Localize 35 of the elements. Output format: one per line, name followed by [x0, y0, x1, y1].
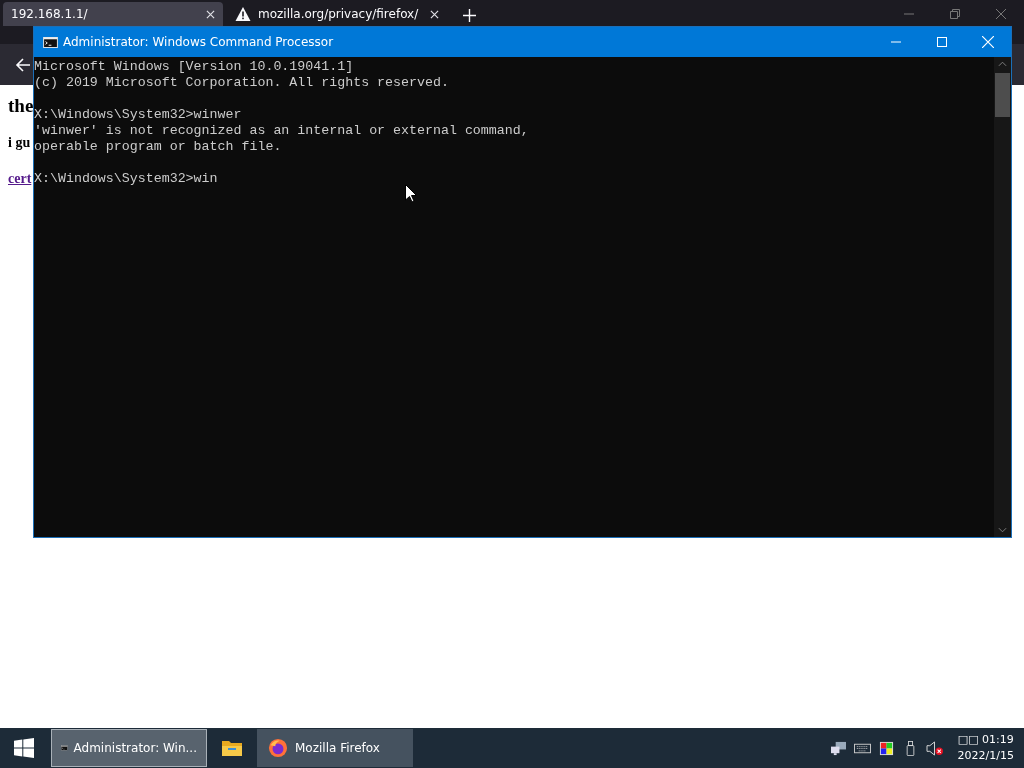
firefox-icon: [267, 738, 289, 758]
page-text: i gu: [8, 135, 31, 151]
restore-icon[interactable]: [950, 9, 960, 19]
maximize-icon: [937, 37, 947, 47]
close-icon: [982, 36, 994, 48]
console-line: X:\Windows\System32>win: [34, 171, 219, 187]
mouse-cursor-icon: [405, 184, 417, 203]
start-icon[interactable]: [14, 738, 34, 758]
volume-muted-icon[interactable]: [925, 740, 943, 756]
console-line: X:\Windows\System32>winwer: [34, 107, 243, 123]
console-line: 'winwer' is not recognized as an internal or external command,: [34, 123, 530, 139]
taskbar-button[interactable]: Administrator: Win...: [51, 729, 207, 767]
warning-icon: [235, 6, 251, 22]
back-arrow-icon[interactable]: [15, 56, 31, 73]
network-icon[interactable]: [829, 740, 847, 756]
page-heading: the: [8, 95, 34, 117]
console-line: operable program or batch file.: [34, 139, 283, 155]
color-display-icon[interactable]: [877, 740, 895, 756]
scrollbar[interactable]: [994, 57, 1011, 537]
clock[interactable]: □□ 01:19 2022/1/15: [957, 732, 1014, 764]
browser-tab[interactable]: 192.168.1.1/: [3, 2, 223, 26]
new-tab-icon[interactable]: [463, 9, 476, 22]
scroll-down-icon[interactable]: [998, 527, 1007, 533]
scroll-up-icon[interactable]: [998, 61, 1007, 67]
console-line: (c) 2019 Microsoft Corporation. All rights reserved.: [34, 75, 450, 91]
clock-date: 2022/1/15: [957, 748, 1014, 764]
console-line: Microsoft Windows [Version 10.0.19041.1]: [34, 59, 355, 75]
console-icon: [43, 36, 58, 48]
folder-icon: [221, 738, 243, 758]
browser-tab[interactable]: mozilla.org/privacy/firefox/: [227, 2, 447, 26]
window-title: Administrator: Windows Command Processor: [63, 35, 334, 49]
taskbar-button[interactable]: Mozilla Firefox: [257, 729, 413, 767]
scrollbar-thumb[interactable]: [995, 73, 1010, 117]
clock-time: □□ 01:19: [957, 732, 1014, 748]
page-link[interactable]: cert: [8, 171, 32, 187]
